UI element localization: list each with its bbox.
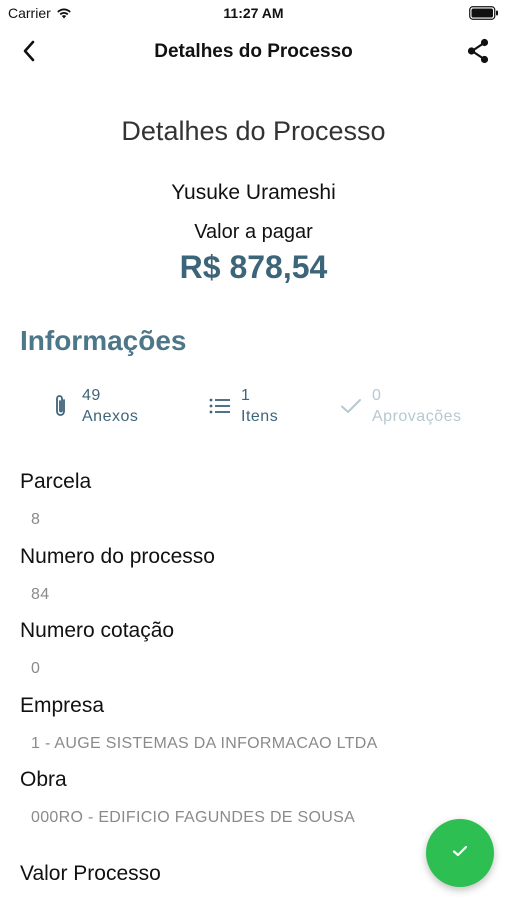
paperclip-icon — [50, 394, 72, 418]
items-stat[interactable]: 1 Itens — [209, 384, 278, 428]
user-name: Yusuke Urameshi — [171, 181, 336, 204]
field-label-process-number: Numero do processo — [20, 545, 215, 568]
amount-value: R$ 878,54 — [179, 249, 328, 285]
battery-icon — [469, 6, 499, 20]
field-value-parcela: 8 — [31, 511, 41, 528]
approvals-count: 0 — [372, 387, 382, 404]
checkmark-icon — [340, 394, 362, 418]
field-label-process-value: Valor Processo — [20, 862, 161, 885]
status-time: 11:27 AM — [223, 5, 284, 21]
field-label-construction: Obra — [20, 768, 67, 791]
items-label: Itens — [241, 408, 279, 425]
field-label-quote-number: Numero cotação — [20, 619, 175, 642]
items-count: 1 — [241, 387, 251, 404]
approvals-stat[interactable]: 0 Aprovações — [340, 384, 462, 428]
list-icon — [209, 394, 231, 418]
field-label-parcela: Parcela — [20, 470, 92, 493]
attachments-stat[interactable]: 49 Anexos — [50, 384, 138, 428]
status-bar: Carrier 11:27 AM — [0, 0, 507, 28]
page-title: Detalhes do Processo — [121, 116, 386, 146]
section-title: Informações — [20, 325, 187, 356]
field-value-company: 1 - AUGE SISTEMAS DA INFORMACAO LTDA — [31, 735, 378, 752]
nav-title: Detalhes do Processo — [154, 41, 353, 62]
field-value-process-number: 84 — [31, 586, 50, 603]
attachments-label: Anexos — [82, 408, 139, 425]
approvals-label: Aprovações — [372, 408, 462, 425]
amount-label: Valor a pagar — [194, 221, 313, 243]
check-icon — [452, 844, 468, 862]
navigation-bar: Detalhes do Processo — [0, 28, 507, 76]
share-icon — [466, 38, 490, 69]
approve-fab-button[interactable] — [426, 819, 494, 887]
share-button[interactable] — [461, 36, 495, 70]
field-value-construction: 000RO - EDIFICIO FAGUNDES DE SOUSA — [31, 809, 356, 826]
process-details-screen: Carrier 11:27 AM Detalhes do Processo De… — [0, 0, 507, 900]
attachments-count: 49 — [82, 387, 101, 404]
field-value-quote-number: 0 — [31, 660, 41, 677]
field-label-company: Empresa — [20, 694, 105, 717]
